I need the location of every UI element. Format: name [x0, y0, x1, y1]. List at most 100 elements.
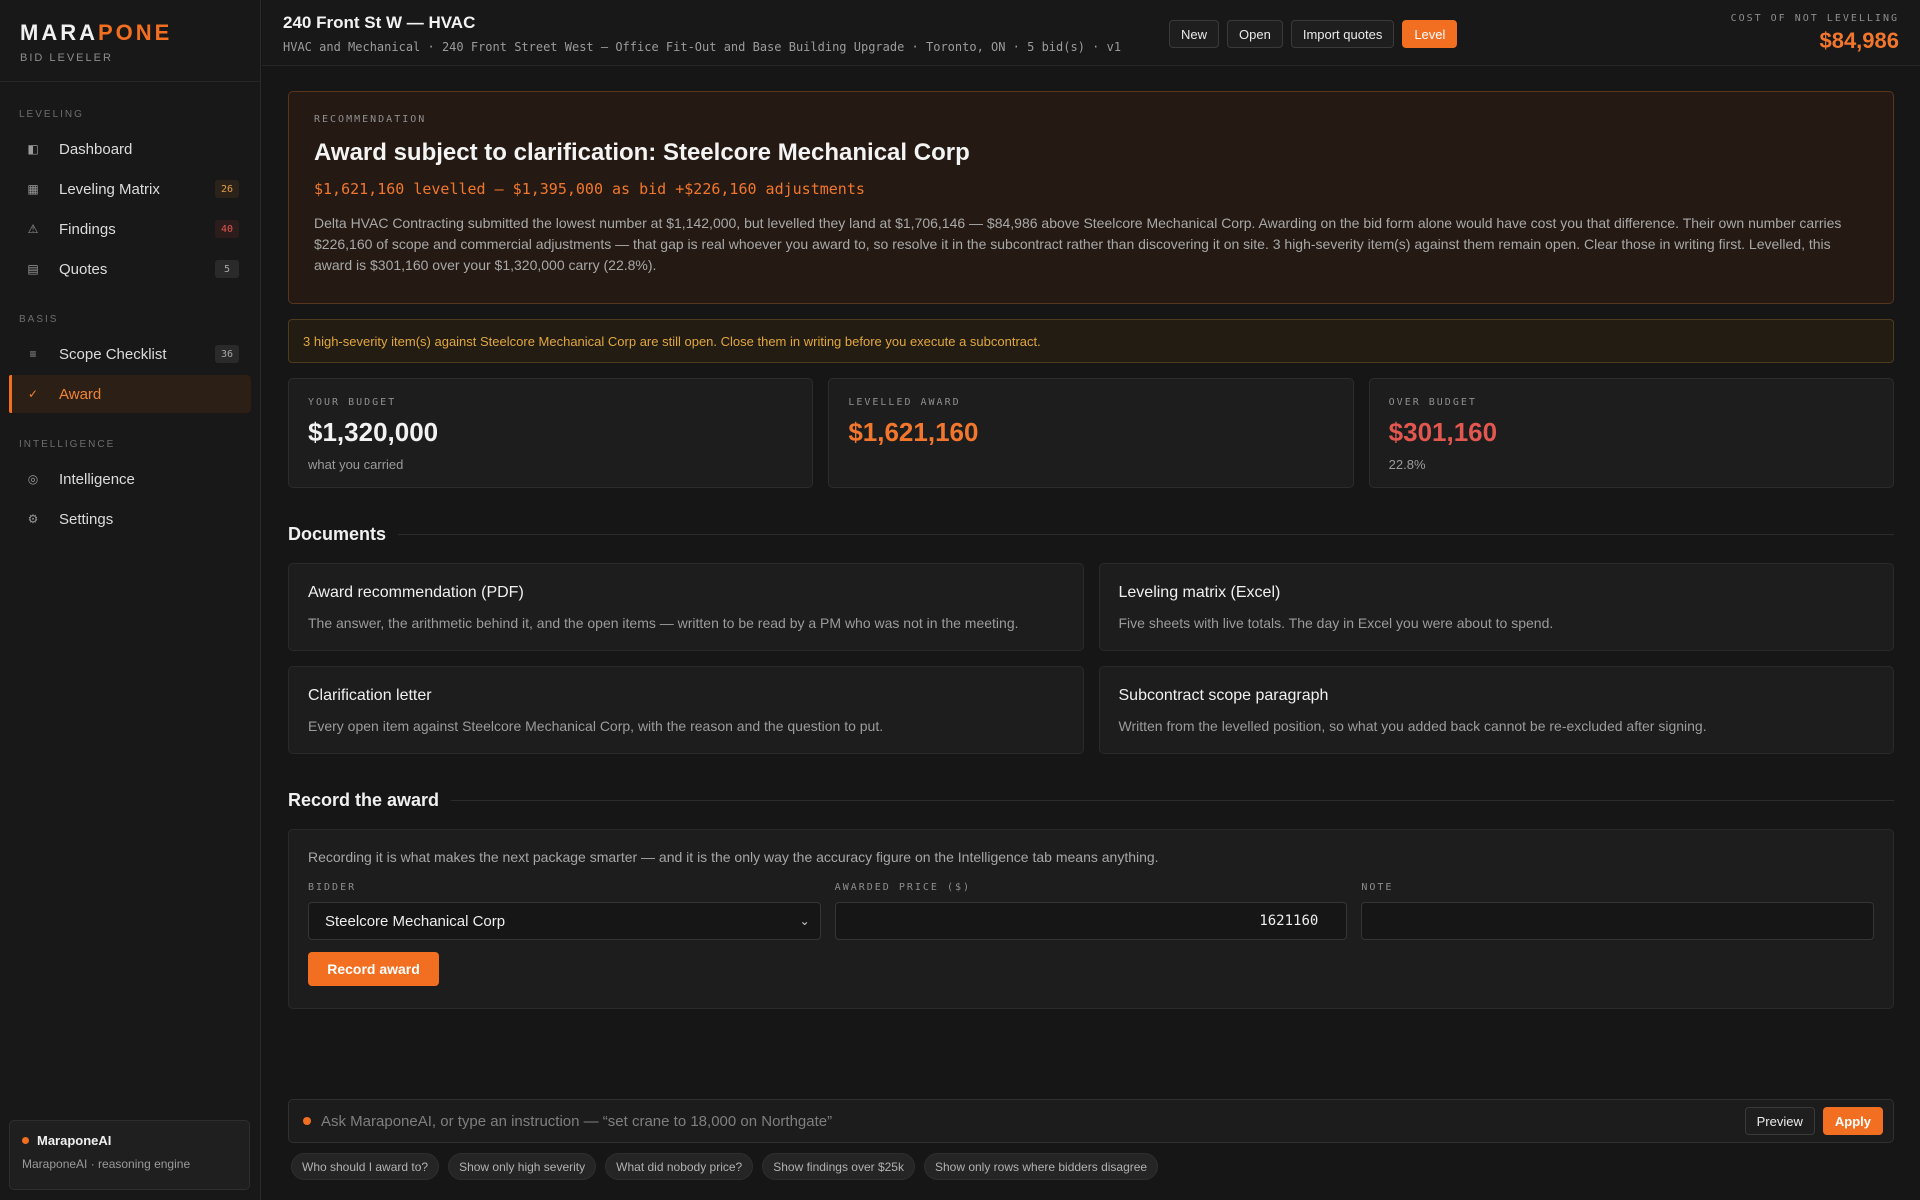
recommendation-title: Award subject to clarification: Steelcor… — [314, 139, 970, 166]
brand-name-part-1: MARA — [20, 20, 98, 45]
stat-label: YOUR BUDGET — [308, 397, 397, 408]
document-card-award-pdf[interactable]: Award recommendation (PDF) The answer, t… — [288, 563, 1084, 651]
status-dot-icon — [22, 1137, 29, 1144]
note-label: NOTE — [1361, 882, 1394, 893]
ai-dot-icon — [303, 1117, 311, 1125]
dashboard-icon: ◧ — [27, 142, 39, 156]
sidebar-item-award[interactable]: ✓ Award — [9, 375, 251, 413]
sidebar-item-label: Scope Checklist — [59, 345, 167, 363]
ask-input[interactable]: Ask MaraponeAI, or type an instruction —… — [321, 1113, 1737, 1130]
record-fields: BIDDER Steelcore Mechanical Corp ⌄ AWARD… — [308, 882, 1875, 940]
stat-budget: YOUR BUDGET $1,320,000 what you carried — [288, 378, 814, 488]
sidebar-item-label: Dashboard — [59, 140, 133, 158]
stat-subtext: 22.8% — [1388, 457, 1426, 472]
record-description: Recording it is what makes the next pack… — [308, 849, 1159, 865]
sidebar-item-label: Award — [59, 385, 102, 403]
sidebar-item-intelligence[interactable]: ◎ Intelligence — [9, 460, 251, 498]
suggestion-chip[interactable]: Show findings over $25k — [762, 1153, 915, 1180]
suggestion-chips: Who should I award to? Show only high se… — [291, 1153, 1159, 1180]
suggestion-chip[interactable]: Show only high severity — [448, 1153, 597, 1180]
ai-status-card[interactable]: MaraponeAI MaraponeAI · reasoning engine — [9, 1120, 250, 1190]
grid-icon: ▦ — [27, 182, 39, 196]
new-button[interactable]: New — [1169, 20, 1220, 48]
import-quotes-button[interactable]: Import quotes — [1290, 20, 1395, 48]
stat-label: LEVELLED AWARD — [848, 397, 961, 408]
chevron-down-icon: ⌄ — [799, 914, 810, 928]
document-card-clarification-letter[interactable]: Clarification letter Every open item aga… — [288, 666, 1084, 754]
ai-title-row: MaraponeAI — [22, 1133, 237, 1148]
gear-icon: ⚙ — [27, 512, 39, 526]
document-title: Subcontract scope paragraph — [1118, 687, 1329, 704]
document-description: Written from the levelled position, so w… — [1118, 718, 1707, 734]
note-input[interactable] — [1361, 902, 1875, 940]
record-award-card: Recording it is what makes the next pack… — [288, 829, 1894, 1009]
document-card-scope-paragraph[interactable]: Subcontract scope paragraph Written from… — [1098, 666, 1894, 754]
sidebar-item-label: Settings — [59, 510, 114, 528]
open-button[interactable]: Open — [1227, 20, 1283, 48]
sidebar-item-label: Findings — [59, 220, 116, 238]
sidebar-item-quotes[interactable]: ▤ Quotes 5 — [9, 250, 251, 288]
target-icon: ◎ — [27, 472, 39, 486]
recommendation-kicker: RECOMMENDATION — [314, 114, 427, 125]
sidebar-item-settings[interactable]: ⚙ Settings — [9, 500, 251, 538]
ai-subtitle: MaraponeAI · reasoning engine — [22, 1157, 191, 1171]
awarded-price-input[interactable]: 1621160 — [834, 902, 1348, 940]
recommendation-card: RECOMMENDATION Award subject to clarific… — [288, 91, 1894, 304]
bidder-field-group: BIDDER Steelcore Mechanical Corp ⌄ — [308, 882, 821, 940]
sidebar-item-scope-checklist[interactable]: ≡ Scope Checklist 36 — [9, 335, 251, 373]
sidebar-item-label: Intelligence — [59, 470, 135, 488]
documents-grid: Award recommendation (PDF) The answer, t… — [288, 563, 1894, 754]
document-title: Award recommendation (PDF) — [308, 584, 524, 601]
document-title: Leveling matrix (Excel) — [1118, 584, 1281, 601]
nav-section-intelligence: INTELLIGENCE — [19, 439, 116, 450]
header-actions: New Open Import quotes Level — [1169, 20, 1458, 48]
sidebar: MARAPONE BID LEVELER LEVELING ◧ Dashboar… — [0, 0, 261, 1200]
stat-subtext: what you carried — [308, 457, 404, 472]
brand-name-part-2: PONE — [98, 20, 173, 45]
price-field-group: AWARDED PRICE ($) 1621160 — [834, 882, 1348, 940]
documents-heading-row: Documents — [288, 524, 1894, 545]
document-card-leveling-matrix[interactable]: Leveling matrix (Excel) Five sheets with… — [1098, 563, 1894, 651]
bidder-select[interactable]: Steelcore Mechanical Corp ⌄ — [308, 902, 821, 940]
cost-label: COST OF NOT LEVELLING — [1730, 13, 1899, 24]
bidder-label: BIDDER — [308, 882, 357, 893]
cost-of-not-levelling: COST OF NOT LEVELLING $84,986 — [1731, 13, 1899, 54]
record-heading: Record the award — [288, 790, 440, 810]
stat-value: $301,160 — [1388, 417, 1498, 447]
price-label: AWARDED PRICE ($) — [834, 882, 972, 893]
suggestion-chip[interactable]: Who should I award to? — [291, 1153, 440, 1180]
level-button[interactable]: Level — [1402, 20, 1458, 48]
check-icon: ✓ — [27, 387, 39, 401]
project-title: 240 Front St W — HVAC — [283, 13, 476, 32]
count-badge: 5 — [215, 260, 239, 278]
brand-logo[interactable]: MARAPONE — [20, 20, 240, 46]
main-content: RECOMMENDATION Award subject to clarific… — [288, 91, 1894, 1009]
nav-section-leveling: LEVELING — [19, 109, 84, 120]
count-badge: 36 — [215, 345, 239, 363]
ask-bar: Ask MaraponeAI, or type an instruction —… — [288, 1099, 1894, 1143]
project-subtitle: HVAC and Mechanical · 240 Front Street W… — [283, 40, 1122, 54]
document-icon: ▤ — [27, 262, 39, 276]
record-heading-row: Record the award — [288, 790, 1894, 811]
sidebar-item-leveling-matrix[interactable]: ▦ Leveling Matrix 26 — [9, 170, 251, 208]
document-title: Clarification letter — [308, 687, 432, 704]
divider — [451, 800, 1894, 801]
apply-button[interactable]: Apply — [1822, 1107, 1883, 1135]
record-award-button[interactable]: Record award — [308, 952, 439, 986]
suggestion-chip[interactable]: Show only rows where bidders disagree — [923, 1153, 1159, 1180]
sidebar-item-label: Leveling Matrix — [59, 180, 160, 198]
stat-levelled-award: LEVELLED AWARD $1,621,160 — [828, 378, 1354, 488]
warning-icon: ⚠ — [27, 222, 39, 236]
sidebar-item-dashboard[interactable]: ◧ Dashboard — [9, 130, 251, 168]
cost-value: $84,986 — [1819, 28, 1899, 53]
nav-section-basis: BASIS — [19, 314, 59, 325]
suggestion-chip[interactable]: What did nobody price? — [605, 1153, 754, 1180]
preview-button[interactable]: Preview — [1744, 1107, 1815, 1135]
documents-heading: Documents — [288, 524, 387, 544]
stats-row: YOUR BUDGET $1,320,000 what you carried … — [288, 378, 1894, 488]
brand: MARAPONE BID LEVELER — [0, 0, 260, 82]
count-badge: 40 — [215, 220, 239, 238]
sidebar-item-findings[interactable]: ⚠ Findings 40 — [9, 210, 251, 248]
ai-title: MaraponeAI — [37, 1133, 112, 1148]
document-description: The answer, the arithmetic behind it, an… — [308, 615, 1019, 631]
